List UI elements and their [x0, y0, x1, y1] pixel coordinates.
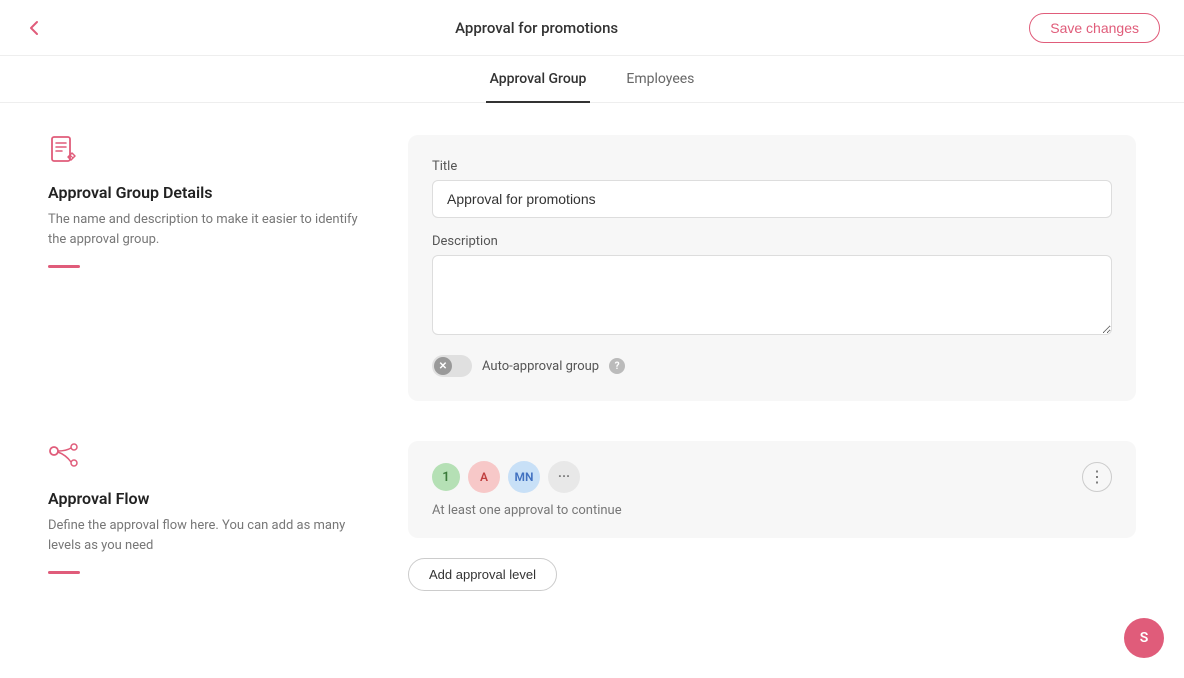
flow-section-title: Approval Flow [48, 489, 368, 508]
header-title: Approval for promotions [455, 19, 618, 37]
description-form-group: Description [432, 234, 1112, 339]
tab-approval-group[interactable]: Approval Group [486, 57, 591, 103]
auto-approval-toggle-row: ✕ Auto-approval group ? [432, 355, 1112, 377]
flow-section-description: Define the approval flow here. You can a… [48, 516, 368, 555]
flow-sub-label: At least one approval to continue [432, 503, 1112, 518]
avatar-more[interactable]: ··· [548, 461, 580, 493]
app-container: Approval for promotions Save changes App… [0, 0, 1184, 678]
main-content: Approval Group Details The name and desc… [0, 103, 1184, 663]
help-icon[interactable]: ? [609, 358, 625, 374]
save-changes-button[interactable]: Save changes [1029, 13, 1160, 43]
back-button[interactable] [24, 18, 44, 38]
title-form-group: Title [432, 159, 1112, 218]
flow-menu-button[interactable]: ⋮ [1082, 462, 1112, 492]
section-right-flow: 1 A MN ··· ⋮ At [408, 441, 1136, 591]
header: Approval for promotions Save changes [0, 0, 1184, 56]
avatar-mn[interactable]: MN [508, 461, 540, 493]
flow-row: 1 A MN ··· ⋮ [432, 461, 1112, 493]
details-section-description: The name and description to make it easi… [48, 210, 368, 249]
auto-approval-toggle[interactable]: ✕ [432, 355, 472, 377]
document-edit-icon [48, 135, 368, 171]
red-divider-flow [48, 571, 80, 574]
flow-level-number: 1 [432, 463, 460, 491]
section-right-details: Title Description ✕ Auto-approval group … [408, 135, 1136, 401]
section-left-flow: Approval Flow Define the approval flow h… [48, 441, 368, 591]
toggle-label: Auto-approval group [482, 359, 599, 374]
description-label: Description [432, 234, 1112, 249]
bottom-right-avatar[interactable]: S [1124, 618, 1164, 658]
tab-employees[interactable]: Employees [622, 57, 698, 103]
section-left-details: Approval Group Details The name and desc… [48, 135, 368, 401]
avatar-a[interactable]: A [468, 461, 500, 493]
approval-flow-section: Approval Flow Define the approval flow h… [48, 441, 1136, 591]
details-section-title: Approval Group Details [48, 183, 368, 202]
flow-icon [48, 441, 368, 477]
flow-avatars: 1 A MN ··· [432, 461, 580, 493]
title-input[interactable] [432, 180, 1112, 218]
title-label: Title [432, 159, 1112, 174]
details-card: Title Description ✕ Auto-approval group … [408, 135, 1136, 401]
flow-card: 1 A MN ··· ⋮ At [408, 441, 1136, 538]
add-approval-level-button[interactable]: Add approval level [408, 558, 557, 591]
red-divider-details [48, 265, 80, 268]
toggle-x-icon: ✕ [434, 357, 452, 375]
approval-group-details-section: Approval Group Details The name and desc… [48, 135, 1136, 401]
description-textarea[interactable] [432, 255, 1112, 335]
tabs-bar: Approval Group Employees [0, 56, 1184, 103]
